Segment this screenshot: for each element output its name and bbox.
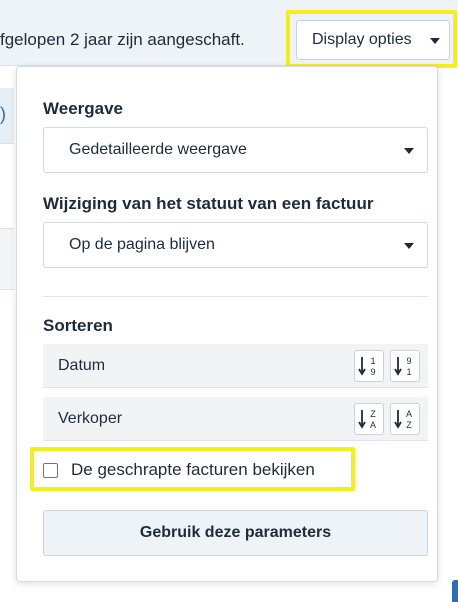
apply-parameters-button[interactable]: Gebruik deze parameters [43, 510, 428, 556]
background-edge [452, 580, 458, 602]
status-change-select-value: Op de pagina blijven [69, 236, 215, 253]
display-options-button[interactable]: Display opties [296, 20, 450, 60]
svg-text:9: 9 [370, 367, 375, 377]
sort-alpha-descending-icon: A Z [394, 409, 412, 430]
view-select-value: Gedetailleerde weergave [69, 141, 247, 158]
show-deleted-label[interactable]: De geschrapte facturen bekijken [71, 460, 315, 480]
svg-text:A: A [406, 409, 412, 419]
svg-text:Z: Z [370, 409, 376, 419]
sort-row-label: Datum [58, 356, 106, 374]
show-deleted-row[interactable]: De geschrapte facturen bekijken [43, 456, 315, 484]
sort-date-ascending-button[interactable]: 1 9 [354, 350, 384, 382]
svg-text:9: 9 [406, 356, 411, 366]
sort-numeric-ascending-icon: 1 9 [358, 356, 376, 377]
svg-text:1: 1 [370, 356, 375, 366]
svg-text:A: A [370, 420, 376, 430]
apply-parameters-label: Gebruik deze parameters [139, 524, 332, 541]
divider [43, 296, 428, 297]
background-band [0, 228, 14, 290]
sort-row-seller: Verkoper Z A A Z [43, 397, 428, 441]
svg-text:Z: Z [406, 420, 412, 430]
background-row-text: ) [0, 104, 6, 124]
sort-row-label: Verkoper [58, 409, 123, 427]
chevron-down-icon [430, 38, 440, 44]
sort-date-descending-button[interactable]: 9 1 [390, 350, 420, 382]
sort-row-date: Datum 1 9 9 1 [43, 344, 428, 388]
sort-alpha-ascending-icon: Z A [358, 409, 376, 430]
svg-text:1: 1 [406, 367, 411, 377]
sort-seller-descending-button[interactable]: A Z [390, 403, 420, 435]
sort-numeric-descending-icon: 9 1 [394, 356, 412, 377]
show-deleted-checkbox[interactable] [43, 462, 58, 478]
sort-label: Sorteren [43, 316, 113, 335]
chevron-down-icon [404, 243, 414, 249]
status-change-label: Wijziging van het statuut van een factuu… [43, 194, 374, 213]
chevron-down-icon [404, 148, 414, 154]
display-options-panel: Weergave Gedetailleerde weergave Wijzigi… [16, 66, 438, 582]
sort-seller-ascending-button[interactable]: Z A [354, 403, 384, 435]
display-options-label: Display opties [312, 31, 412, 48]
view-select[interactable]: Gedetailleerde weergave [43, 127, 428, 173]
status-change-select[interactable]: Op de pagina blijven [43, 222, 428, 268]
view-label: Weergave [43, 99, 124, 118]
